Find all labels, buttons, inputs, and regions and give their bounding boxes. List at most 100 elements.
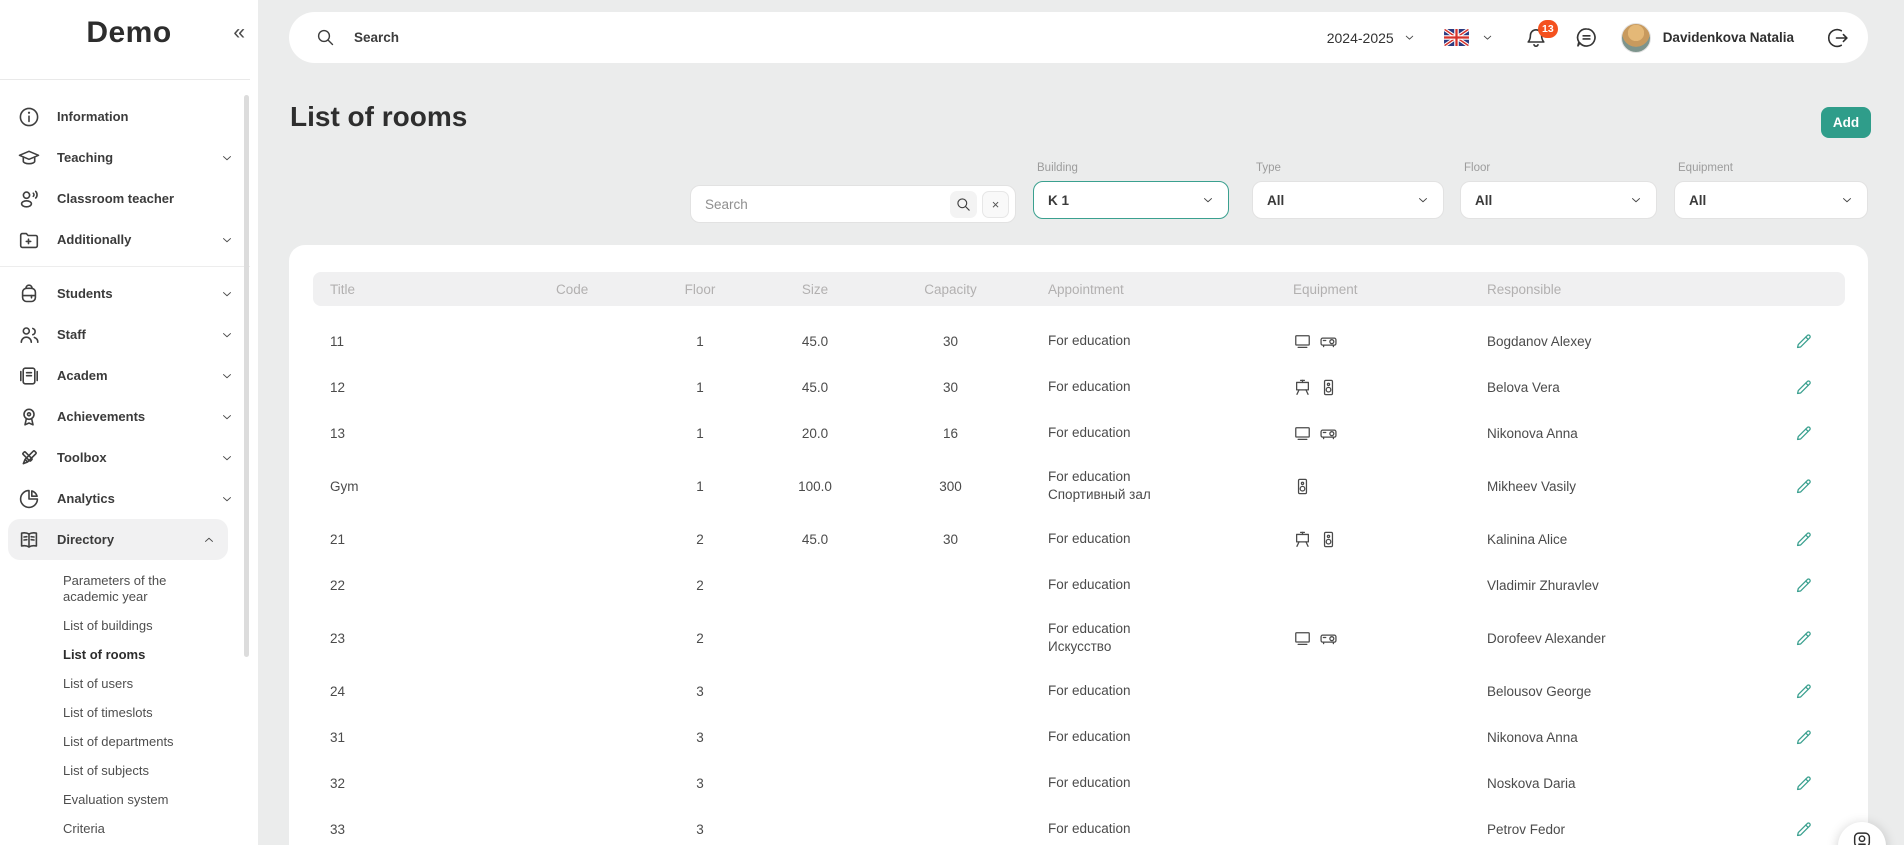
search-clear-button[interactable]: × [982,191,1009,218]
messages-button[interactable] [1574,25,1599,50]
cell-capacity: 300 [870,479,1031,494]
building-filter: Building K 1 [1033,162,1229,219]
floor-filter-label: Floor [1464,162,1657,176]
global-search-input[interactable] [354,30,654,45]
speaker-icon [1293,477,1312,496]
edit-row-button[interactable] [1794,728,1813,747]
edit-row-button[interactable] [1794,629,1813,648]
edit-row-button[interactable] [1794,774,1813,793]
pencil-icon [1794,378,1813,397]
sidebar-subitem-evaluation-system[interactable]: Evaluation system [0,785,250,814]
sidebar-subitem-list-of-departments[interactable]: List of departments [0,727,250,756]
sidebar-collapse-icon[interactable]: « [233,22,245,43]
edit-row-button[interactable] [1794,820,1813,839]
equipment-select[interactable]: All [1674,181,1868,219]
cell-appointment: For educationСпортивный зал [1031,468,1276,504]
sidebar-item-staff[interactable]: Staff [0,314,250,355]
table-search-input[interactable] [705,197,950,212]
user-avatar[interactable] [1621,23,1651,53]
cell-title: 11 [313,334,539,349]
sidebar-subitem-criteria[interactable]: Criteria [0,814,250,843]
sidebar-item-directory[interactable]: Directory [8,519,228,560]
floor-select-value: All [1475,193,1492,208]
cell-floor: 1 [640,479,760,494]
cell-equipment [1276,530,1470,549]
global-search[interactable] [315,27,1327,48]
logout-button[interactable] [1826,26,1850,50]
cell-capacity: 30 [870,532,1031,547]
cell-title: 23 [313,631,539,646]
cell-size: 45.0 [760,532,870,547]
notifications-button[interactable]: 13 [1524,26,1548,50]
cell-appointment: For education [1031,820,1276,838]
edit-row-button[interactable] [1794,682,1813,701]
sidebar-item-toolbox[interactable]: Toolbox [0,437,250,478]
table-row: 21245.030For educationKalinina Alice [313,516,1845,562]
cell-floor: 3 [640,822,760,837]
pencil-icon [1794,576,1813,595]
column-header-capacity: Capacity [870,282,1031,297]
chevron-down-icon [220,287,234,301]
sidebar-subitem-parameters-of-the-academic-year[interactable]: Parameters of the academic year [0,566,250,611]
information-icon [16,104,42,130]
sidebar-scrollbar[interactable] [244,95,249,657]
user-name[interactable]: Davidenkova Natalia [1663,30,1794,45]
column-header-size: Size [760,282,870,297]
sidebar-item-information[interactable]: Information [0,96,250,137]
floor-select[interactable]: All [1460,181,1657,219]
column-header-floor: Floor [640,282,760,297]
search-icon [955,196,972,213]
cell-equipment [1276,378,1470,397]
sidebar-item-label: Staff [57,327,86,342]
edit-row-button[interactable] [1794,424,1813,443]
column-header-code: Code [539,282,640,297]
achievements-icon [16,404,42,430]
sidebar-item-label: Information [57,109,129,124]
sidebar-item-label: Directory [57,532,114,547]
sidebar-item-academ[interactable]: Academ [0,355,250,396]
analytics-icon [16,486,42,512]
pencil-icon [1794,477,1813,496]
cell-title: 33 [313,822,539,837]
logout-icon [1826,26,1850,50]
edit-row-button[interactable] [1794,477,1813,496]
table-row: 243For educationBelousov George [313,668,1845,714]
edit-row-button[interactable] [1794,378,1813,397]
sidebar-subitem-list-of-buildings[interactable]: List of buildings [0,611,250,640]
equipment-filter: Equipment All [1674,162,1868,219]
edit-row-button[interactable] [1794,530,1813,549]
sidebar-item-analytics[interactable]: Analytics [0,478,250,519]
cell-floor: 1 [640,334,760,349]
cell-appointment: For education [1031,530,1276,548]
appointment-line: For education [1048,332,1276,350]
sidebar-item-students[interactable]: Students [0,273,250,314]
sidebar-item-teaching[interactable]: Teaching [0,137,250,178]
sidebar-item-classroom-teacher[interactable]: Classroom teacher [0,178,250,219]
rooms-table-card: TitleCodeFloorSizeCapacityAppointmentEqu… [289,245,1868,845]
sidebar-item-additionally[interactable]: Additionally [0,219,250,260]
building-select[interactable]: K 1 [1033,181,1229,219]
sidebar-subitem-list-of-users[interactable]: List of users [0,669,250,698]
sidebar-subitem-list-of-subjects[interactable]: List of subjects [0,756,250,785]
column-header-title: Title [313,282,539,297]
page-title: List of rooms [290,101,467,133]
appointment-line: For education [1048,468,1276,486]
sidebar-subitem-list-of-timeslots[interactable]: List of timeslots [0,698,250,727]
projector-icon [1319,332,1338,351]
cell-size: 45.0 [760,380,870,395]
cell-title: 22 [313,578,539,593]
add-button[interactable]: Add [1821,107,1871,138]
search-submit-button[interactable] [950,191,977,218]
academic-year-dropdown[interactable]: 2024-2025 [1327,30,1416,46]
chevron-down-icon [220,233,234,247]
sidebar-item-achievements[interactable]: Achievements [0,396,250,437]
edit-row-button[interactable] [1794,576,1813,595]
language-dropdown[interactable] [1444,29,1494,46]
type-filter-label: Type [1256,162,1444,176]
sidebar-subitem-list-of-rooms[interactable]: List of rooms [0,640,250,669]
type-select[interactable]: All [1252,181,1444,219]
cell-responsible: Kalinina Alice [1470,532,1762,547]
appointment-line: For education [1048,576,1276,594]
cell-responsible: Mikheev Vasily [1470,479,1762,494]
edit-row-button[interactable] [1794,332,1813,351]
